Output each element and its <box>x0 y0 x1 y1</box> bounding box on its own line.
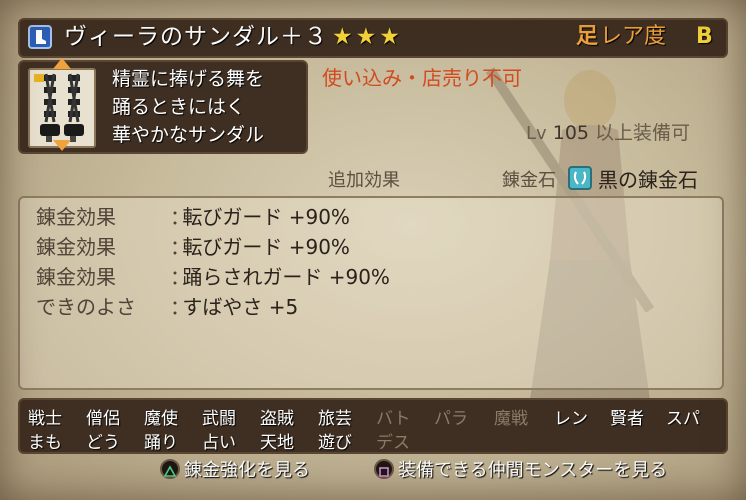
effect-row: できのよさ ： すばやさ +5 <box>36 292 298 322</box>
effect-name: 錬金効果 <box>36 235 116 259</box>
description-line-2: 踊るときにはく <box>112 96 246 118</box>
level-suffix: 以上装備可 <box>595 122 691 144</box>
boot-icon <box>28 25 52 49</box>
job-label: 盗賊 <box>260 409 294 429</box>
level-requirement: Lv 105 以上装備可 <box>526 118 690 145</box>
job-label: 魔戦 <box>494 409 528 429</box>
alchemy-stone-label: 錬金石 <box>502 170 556 191</box>
view-monster-equip-label: 装備できる仲間モンスターを見る <box>398 460 668 481</box>
view-alchemy-label: 錬金強化を見る <box>184 460 310 481</box>
triangle-button-icon <box>160 459 180 479</box>
effect-row: 錬金効果 ： 転びガード +90% <box>36 232 350 262</box>
effect-value: 転びガード +90% <box>182 235 350 259</box>
job-label: 戦士 <box>28 409 62 429</box>
effect-row: 錬金効果 ： 踊らされガード +90% <box>36 262 390 292</box>
equip-slot-label: 足 <box>576 24 599 49</box>
extra-effects-label: 追加効果 <box>328 170 400 191</box>
item-stars: ★★★ <box>332 24 403 50</box>
effect-name: 錬金効果 <box>36 205 116 229</box>
job-label: バト <box>376 409 411 429</box>
effect-value: すばやさ +5 <box>182 295 299 319</box>
description-line-3: 華やかなサンダル <box>112 124 265 146</box>
effect-name: 錬金効果 <box>36 265 116 289</box>
scroll-up-arrow-icon[interactable] <box>53 58 71 69</box>
job-label: まも <box>28 433 62 453</box>
effect-separator: ： <box>170 295 190 319</box>
job-label: スパ <box>666 409 700 429</box>
square-button-icon <box>374 459 394 479</box>
trade-restriction-label: 使い込み・店売り不可 <box>322 66 522 90</box>
rarity-label: レア度 <box>600 24 667 49</box>
job-label: 遊び <box>318 433 352 453</box>
job-label: 踊り <box>144 433 178 453</box>
effect-separator: ： <box>170 265 190 289</box>
item-detail-screen: ヴィーラのサンダル＋３ ★★★ 足 レア度 B 精霊に捧げる舞を 踊るときにはく… <box>0 0 746 500</box>
job-label: 武闘 <box>202 409 236 429</box>
effect-separator: ： <box>170 235 190 259</box>
description-line-1: 精霊に捧げる舞を <box>112 68 265 90</box>
job-label: 魔使 <box>144 409 178 429</box>
level-value: 105 <box>552 122 589 144</box>
job-label: 天地 <box>260 433 294 453</box>
effect-row: 錬金効果 ： 転びガード +90% <box>36 202 350 232</box>
effect-separator: ： <box>170 205 190 229</box>
alchemy-stone-name: 黒の錬金石 <box>598 168 698 192</box>
job-label: 占い <box>202 433 236 453</box>
view-alchemy-hint[interactable]: 錬金強化を見る <box>160 458 310 484</box>
job-label: 賢者 <box>610 409 644 429</box>
item-name: ヴィーラのサンダル＋３ <box>64 24 328 50</box>
effect-value: 転びガード +90% <box>182 205 350 229</box>
scroll-down-arrow-icon[interactable] <box>53 140 71 151</box>
job-label: パラ <box>434 409 468 429</box>
view-monster-equip-hint[interactable]: 装備できる仲間モンスターを見る <box>374 458 667 484</box>
job-label: 僧侶 <box>86 409 120 429</box>
sandals-icon <box>28 68 96 148</box>
effect-value: 踊らされガード +90% <box>182 265 390 289</box>
job-label: 旅芸 <box>318 409 352 429</box>
job-label: どう <box>86 433 120 453</box>
level-prefix: Lv <box>526 123 547 144</box>
effect-name: できのよさ <box>36 295 136 319</box>
alchemy-stone-icon <box>568 166 592 190</box>
job-label: レン <box>554 409 588 429</box>
rarity-value: B <box>696 24 713 49</box>
job-label: デス <box>376 433 410 453</box>
